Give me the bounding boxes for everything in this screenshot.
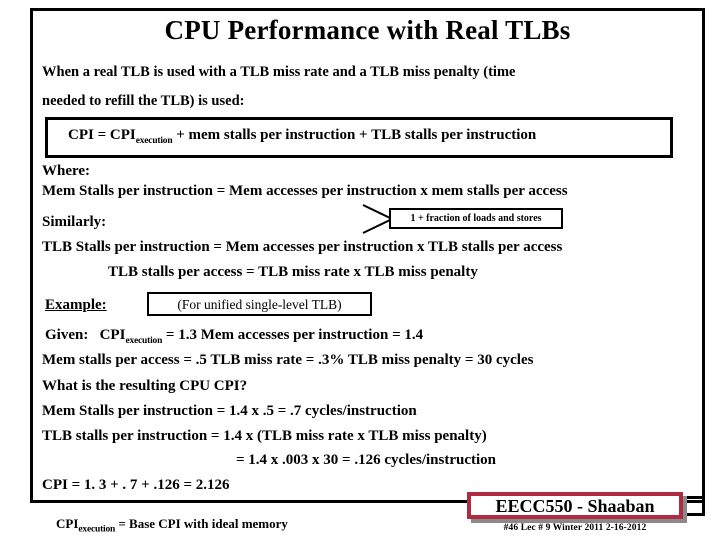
solution-line-3: = 1.4 x .003 x 30 = .126 cycles/instruct… xyxy=(236,452,496,468)
callout-arrow-icon xyxy=(362,204,391,234)
cpi-equation-prefix: CPI = CPI xyxy=(68,127,136,143)
given-label: Given: xyxy=(45,327,89,343)
cpi-equation-text: CPI = CPIexecution + mem stalls per inst… xyxy=(68,127,536,146)
footer-note-prefix: CPI xyxy=(56,516,79,531)
given-line: Given: CPIexecution = 1.3 Mem accesses p… xyxy=(45,326,423,350)
page-title: CPU Performance with Real TLBs xyxy=(164,15,571,45)
given-cpi-subscript: execution xyxy=(125,336,163,346)
footer-note-subscript: execution xyxy=(78,524,116,535)
similarly-label: Similarly: xyxy=(42,214,107,230)
loads-stores-callout: 1 + fraction of loads and stores xyxy=(389,208,563,229)
intro-line-1: When a real TLB is used with a TLB miss … xyxy=(42,64,516,80)
footer-note-suffix: = Base CPI with ideal memory xyxy=(115,516,288,531)
tlb-note-box: (For unified single-level TLB) xyxy=(147,292,372,316)
footer-badge: EECC550 - Shaaban xyxy=(467,492,683,519)
intro-line-2: needed to refill the TLB) is used: xyxy=(42,93,245,109)
cpi-equation-subscript: execution xyxy=(135,136,173,146)
where-label: Where: xyxy=(42,163,91,179)
given-line-2: Mem stalls per access = .5 TLB miss rate… xyxy=(42,352,534,368)
example-label: Example: xyxy=(45,297,107,313)
question-line: What is the resulting CPU CPI? xyxy=(42,378,248,394)
solution-line-2: TLB stalls per instruction = 1.4 x (TLB … xyxy=(42,428,487,444)
given-cpi-value: = 1.3 Mem accesses per instruction = 1.4 xyxy=(162,327,424,343)
solution-line-1: Mem Stalls per instruction = 1.4 x .5 = … xyxy=(42,403,417,419)
tlb-stalls-definition: TLB Stalls per instruction = Mem accesse… xyxy=(42,239,563,255)
solution-line-4: CPI = 1. 3 + . 7 + .126 = 2.126 xyxy=(42,477,230,493)
mem-stalls-definition: Mem Stalls per instruction = Mem accesse… xyxy=(42,183,568,199)
given-cpi-prefix: CPI xyxy=(99,327,126,343)
footer-meta: #46 Lec # 9 Winter 2011 2-16-2012 xyxy=(503,523,647,533)
footer-note: CPIexecution = Base CPI with ideal memor… xyxy=(56,516,288,535)
tlb-stalls-access-definition: TLB stalls per access = TLB miss rate x … xyxy=(108,264,478,280)
cpi-equation-suffix: + mem stalls per instruction + TLB stall… xyxy=(172,127,537,143)
